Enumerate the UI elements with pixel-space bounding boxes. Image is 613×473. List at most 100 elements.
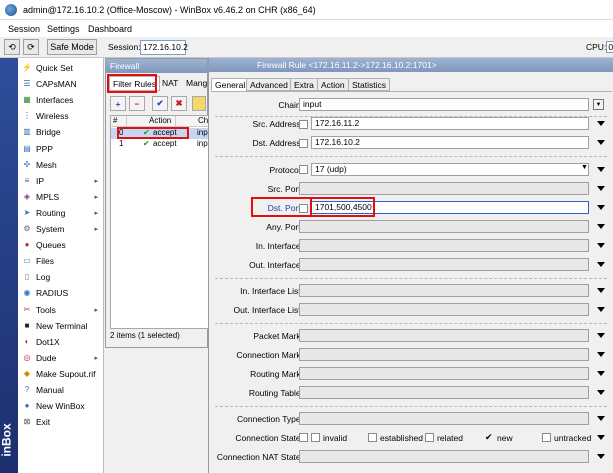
dst-port-toggle-icon[interactable]: [597, 205, 605, 210]
protocol-invert-checkbox[interactable]: [299, 165, 308, 174]
enable-button[interactable]: ✔: [152, 96, 168, 111]
col-action[interactable]: Action: [127, 116, 176, 127]
col-chain[interactable]: Cha: [176, 116, 211, 127]
table-row[interactable]: 1 ✔ accept inpu: [111, 139, 212, 150]
sidebar-item-log[interactable]: ▯ Log: [18, 269, 104, 285]
connection-nat-state-select[interactable]: [299, 450, 589, 463]
sidebar-item-new-terminal[interactable]: ■ New Terminal: [18, 318, 104, 334]
sidebar-item-make-supout-rif[interactable]: ◆ Make Supout.rif: [18, 366, 104, 382]
col-number[interactable]: #: [111, 116, 127, 127]
sidebar-item-exit[interactable]: ⊠ Exit: [18, 414, 104, 430]
connection-state-toggle-icon[interactable]: [597, 435, 605, 440]
dst-address-invert-checkbox[interactable]: [299, 139, 308, 148]
sidebar-item-interfaces[interactable]: ▦ Interfaces: [18, 92, 104, 108]
connection-type-toggle-icon[interactable]: [597, 416, 605, 421]
out-interface-list-select[interactable]: [299, 303, 589, 316]
terminal-icon: ■: [24, 320, 30, 330]
sidebar-item-bridge[interactable]: ▥ Bridge: [18, 124, 104, 140]
sidebar-item-capsman[interactable]: ☰ CAPsMAN: [18, 76, 104, 92]
connection-mark-toggle-icon[interactable]: [597, 352, 605, 357]
packet-mark-select[interactable]: [299, 329, 589, 342]
undo-button[interactable]: ⟲: [4, 39, 20, 55]
tab-general[interactable]: General: [211, 78, 250, 91]
out-interface-select[interactable]: [299, 258, 589, 271]
sidebar-item-dot1x[interactable]: ◐ Dot1X: [18, 334, 104, 350]
menu-session[interactable]: Session: [8, 24, 40, 34]
connection-nat-state-toggle-icon[interactable]: [597, 454, 605, 459]
menu-dashboard[interactable]: Dashboard: [88, 24, 132, 34]
out-interface-list-toggle-icon[interactable]: [597, 307, 605, 312]
sidebar-item-manual[interactable]: ? Manual: [18, 382, 104, 398]
tab-mangle[interactable]: Mang: [183, 76, 210, 91]
state-related-checkbox[interactable]: [425, 433, 434, 442]
src-port-toggle-icon[interactable]: [597, 186, 605, 191]
sidebar-item-mpls[interactable]: ◈ MPLS ▸: [18, 189, 104, 205]
sidebar-item-label: Dot1X: [36, 336, 60, 347]
routing-icon: ➤: [23, 207, 31, 217]
tab-statistics[interactable]: Statistics: [348, 78, 391, 91]
sidebar-item-label: CAPsMAN: [36, 79, 77, 90]
sidebar-item-queues[interactable]: ● Queues: [18, 237, 104, 253]
tab-extra[interactable]: Extra: [290, 78, 318, 91]
tab-nat[interactable]: NAT: [159, 76, 181, 91]
in-interface-toggle-icon[interactable]: [597, 243, 605, 248]
winbox-app-icon: [5, 4, 17, 16]
sidebar-item-mesh[interactable]: ✣ Mesh: [18, 157, 104, 173]
menu-settings[interactable]: Settings: [47, 24, 80, 34]
routing-mark-select[interactable]: [299, 367, 589, 380]
state-invalid-checkbox[interactable]: [311, 433, 320, 442]
protocol-select[interactable]: 17 (udp): [311, 163, 589, 176]
in-interface-list-select[interactable]: [299, 284, 589, 297]
mesh-icon: ✣: [23, 159, 31, 169]
sidebar-item-tools[interactable]: ✂ Tools ▸: [18, 302, 104, 318]
exit-icon: ⊠: [23, 417, 31, 427]
in-interface-select[interactable]: [299, 239, 589, 252]
tab-action[interactable]: Action: [317, 78, 349, 91]
dst-address-toggle-icon[interactable]: [597, 140, 605, 145]
submenu-arrow-icon: ▸: [94, 226, 98, 233]
src-address-toggle-icon[interactable]: [597, 121, 605, 126]
sidebar-item-label: New WinBox: [36, 401, 85, 412]
in-interface-list-toggle-icon[interactable]: [597, 288, 605, 293]
routing-table-select[interactable]: [299, 386, 589, 399]
remove-button[interactable]: −: [129, 96, 145, 111]
sidebar-item-ppp[interactable]: ▤ PPP: [18, 141, 104, 157]
sidebar-item-files[interactable]: ▭ Files: [18, 253, 104, 269]
src-address-input[interactable]: 172.16.11.2: [311, 117, 589, 130]
sidebar-item-radius[interactable]: ◉ RADIUS: [18, 285, 104, 301]
connection-mark-select[interactable]: [299, 348, 589, 361]
sidebar-item-system[interactable]: ⚙ System ▸: [18, 221, 104, 237]
sidebar-item-new-winbox[interactable]: ● New WinBox: [18, 398, 104, 414]
state-untracked-checkbox[interactable]: [542, 433, 551, 442]
sidebar-item-ip[interactable]: ≡ IP ▸: [18, 173, 104, 189]
any-port-input[interactable]: [299, 220, 589, 233]
dst-address-input[interactable]: 172.16.10.2: [311, 136, 589, 149]
any-port-label: Any. Port:: [266, 222, 303, 232]
any-port-toggle-icon[interactable]: [597, 224, 605, 229]
protocol-toggle-icon[interactable]: [597, 167, 605, 172]
sidebar-item-routing[interactable]: ➤ Routing ▸: [18, 205, 104, 221]
protocol-dropdown-icon[interactable]: ▼: [581, 164, 588, 171]
safe-mode-button[interactable]: Safe Mode: [47, 39, 97, 55]
state-new-checkbox[interactable]: ✔: [485, 433, 494, 442]
packet-mark-toggle-icon[interactable]: [597, 333, 605, 338]
sidebar-item-dude[interactable]: ◎ Dude ▸: [18, 350, 104, 366]
sidebar-item-quick-set[interactable]: ⚡ Quick Set: [18, 60, 104, 76]
comment-button[interactable]: [192, 96, 206, 111]
out-interface-toggle-icon[interactable]: [597, 262, 605, 267]
session-input[interactable]: 172.16.10.2: [140, 40, 188, 55]
chain-select[interactable]: input: [299, 98, 589, 111]
redo-button[interactable]: ⟳: [23, 39, 39, 55]
tab-advanced[interactable]: Advanced: [246, 78, 292, 91]
src-port-input[interactable]: [299, 182, 589, 195]
routing-mark-toggle-icon[interactable]: [597, 371, 605, 376]
disable-button[interactable]: ✖: [171, 96, 187, 111]
sidebar-item-wireless[interactable]: ⋮ Wireless: [18, 108, 104, 124]
chain-dropdown-button[interactable]: ▼: [593, 99, 604, 110]
connection-type-select[interactable]: [299, 412, 589, 425]
state-established-checkbox[interactable]: [368, 433, 377, 442]
routing-table-toggle-icon[interactable]: [597, 390, 605, 395]
connection-state-invert-checkbox[interactable]: [299, 433, 308, 442]
add-button[interactable]: +: [110, 96, 126, 111]
src-address-invert-checkbox[interactable]: [299, 120, 308, 129]
